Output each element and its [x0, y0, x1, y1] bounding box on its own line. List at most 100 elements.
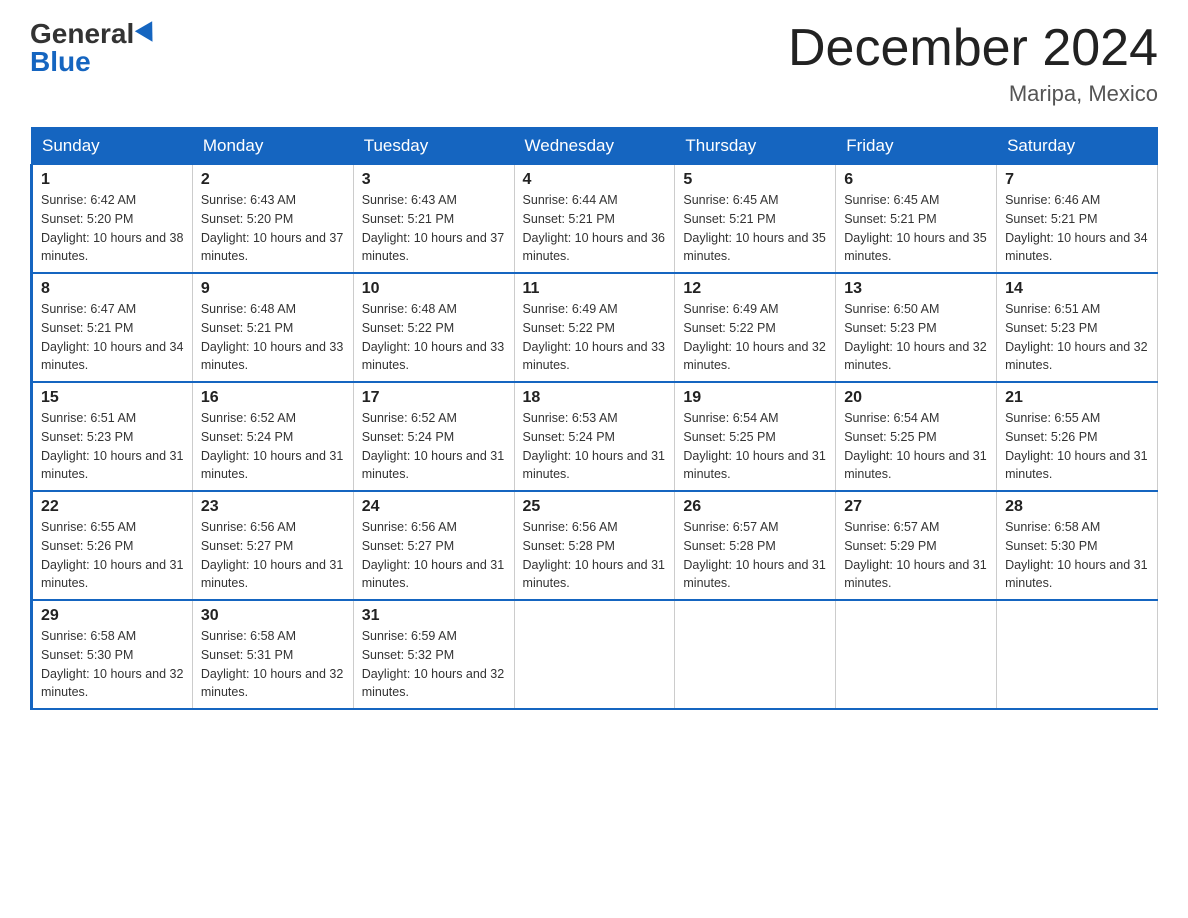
day-number: 26 — [683, 498, 827, 516]
day-cell-18: 18 Sunrise: 6:53 AMSunset: 5:24 PMDaylig… — [514, 382, 675, 491]
day-cell-31: 31 Sunrise: 6:59 AMSunset: 5:32 PMDaylig… — [353, 600, 514, 709]
day-info: Sunrise: 6:49 AMSunset: 5:22 PMDaylight:… — [523, 302, 665, 372]
week-row-3: 15 Sunrise: 6:51 AMSunset: 5:23 PMDaylig… — [32, 382, 1158, 491]
calendar-table: SundayMondayTuesdayWednesdayThursdayFrid… — [30, 127, 1158, 710]
calendar-header: SundayMondayTuesdayWednesdayThursdayFrid… — [32, 128, 1158, 165]
day-number: 10 — [362, 280, 506, 298]
logo-triangle-icon — [135, 21, 161, 47]
day-number: 4 — [523, 171, 667, 189]
day-number: 28 — [1005, 498, 1149, 516]
day-number: 8 — [41, 280, 184, 298]
empty-cell-4-6 — [997, 600, 1158, 709]
empty-cell-4-4 — [675, 600, 836, 709]
day-number: 17 — [362, 389, 506, 407]
day-cell-3: 3 Sunrise: 6:43 AMSunset: 5:21 PMDayligh… — [353, 165, 514, 274]
day-cell-12: 12 Sunrise: 6:49 AMSunset: 5:22 PMDaylig… — [675, 273, 836, 382]
day-cell-23: 23 Sunrise: 6:56 AMSunset: 5:27 PMDaylig… — [192, 491, 353, 600]
day-info: Sunrise: 6:56 AMSunset: 5:27 PMDaylight:… — [362, 520, 504, 590]
day-number: 6 — [844, 171, 988, 189]
day-info: Sunrise: 6:45 AMSunset: 5:21 PMDaylight:… — [683, 193, 825, 263]
header-cell-wednesday: Wednesday — [514, 128, 675, 165]
day-info: Sunrise: 6:44 AMSunset: 5:21 PMDaylight:… — [523, 193, 665, 263]
day-cell-17: 17 Sunrise: 6:52 AMSunset: 5:24 PMDaylig… — [353, 382, 514, 491]
day-number: 20 — [844, 389, 988, 407]
week-row-1: 1 Sunrise: 6:42 AMSunset: 5:20 PMDayligh… — [32, 165, 1158, 274]
day-cell-19: 19 Sunrise: 6:54 AMSunset: 5:25 PMDaylig… — [675, 382, 836, 491]
day-number: 14 — [1005, 280, 1149, 298]
day-number: 2 — [201, 171, 345, 189]
day-cell-21: 21 Sunrise: 6:55 AMSunset: 5:26 PMDaylig… — [997, 382, 1158, 491]
day-number: 16 — [201, 389, 345, 407]
day-info: Sunrise: 6:54 AMSunset: 5:25 PMDaylight:… — [683, 411, 825, 481]
day-number: 27 — [844, 498, 988, 516]
day-info: Sunrise: 6:58 AMSunset: 5:30 PMDaylight:… — [41, 629, 183, 699]
day-cell-6: 6 Sunrise: 6:45 AMSunset: 5:21 PMDayligh… — [836, 165, 997, 274]
day-info: Sunrise: 6:46 AMSunset: 5:21 PMDaylight:… — [1005, 193, 1147, 263]
day-cell-16: 16 Sunrise: 6:52 AMSunset: 5:24 PMDaylig… — [192, 382, 353, 491]
day-info: Sunrise: 6:43 AMSunset: 5:21 PMDaylight:… — [362, 193, 504, 263]
day-info: Sunrise: 6:52 AMSunset: 5:24 PMDaylight:… — [201, 411, 343, 481]
day-number: 5 — [683, 171, 827, 189]
day-info: Sunrise: 6:59 AMSunset: 5:32 PMDaylight:… — [362, 629, 504, 699]
day-info: Sunrise: 6:45 AMSunset: 5:21 PMDaylight:… — [844, 193, 986, 263]
day-number: 21 — [1005, 389, 1149, 407]
day-cell-30: 30 Sunrise: 6:58 AMSunset: 5:31 PMDaylig… — [192, 600, 353, 709]
day-info: Sunrise: 6:48 AMSunset: 5:22 PMDaylight:… — [362, 302, 504, 372]
day-number: 12 — [683, 280, 827, 298]
day-cell-8: 8 Sunrise: 6:47 AMSunset: 5:21 PMDayligh… — [32, 273, 193, 382]
week-row-2: 8 Sunrise: 6:47 AMSunset: 5:21 PMDayligh… — [32, 273, 1158, 382]
day-number: 11 — [523, 280, 667, 298]
day-cell-13: 13 Sunrise: 6:50 AMSunset: 5:23 PMDaylig… — [836, 273, 997, 382]
day-number: 13 — [844, 280, 988, 298]
week-row-5: 29 Sunrise: 6:58 AMSunset: 5:30 PMDaylig… — [32, 600, 1158, 709]
day-info: Sunrise: 6:51 AMSunset: 5:23 PMDaylight:… — [1005, 302, 1147, 372]
header-row: SundayMondayTuesdayWednesdayThursdayFrid… — [32, 128, 1158, 165]
header-cell-sunday: Sunday — [32, 128, 193, 165]
day-info: Sunrise: 6:58 AMSunset: 5:30 PMDaylight:… — [1005, 520, 1147, 590]
week-row-4: 22 Sunrise: 6:55 AMSunset: 5:26 PMDaylig… — [32, 491, 1158, 600]
day-info: Sunrise: 6:47 AMSunset: 5:21 PMDaylight:… — [41, 302, 183, 372]
header-cell-saturday: Saturday — [997, 128, 1158, 165]
day-info: Sunrise: 6:54 AMSunset: 5:25 PMDaylight:… — [844, 411, 986, 481]
day-number: 15 — [41, 389, 184, 407]
page-header: General Blue December 2024 Maripa, Mexic… — [30, 20, 1158, 107]
day-info: Sunrise: 6:50 AMSunset: 5:23 PMDaylight:… — [844, 302, 986, 372]
empty-cell-4-5 — [836, 600, 997, 709]
day-cell-29: 29 Sunrise: 6:58 AMSunset: 5:30 PMDaylig… — [32, 600, 193, 709]
day-number: 31 — [362, 607, 506, 625]
logo: General Blue — [30, 20, 158, 76]
day-info: Sunrise: 6:51 AMSunset: 5:23 PMDaylight:… — [41, 411, 183, 481]
day-number: 18 — [523, 389, 667, 407]
day-cell-14: 14 Sunrise: 6:51 AMSunset: 5:23 PMDaylig… — [997, 273, 1158, 382]
day-info: Sunrise: 6:52 AMSunset: 5:24 PMDaylight:… — [362, 411, 504, 481]
day-cell-11: 11 Sunrise: 6:49 AMSunset: 5:22 PMDaylig… — [514, 273, 675, 382]
day-info: Sunrise: 6:48 AMSunset: 5:21 PMDaylight:… — [201, 302, 343, 372]
day-number: 29 — [41, 607, 184, 625]
day-cell-15: 15 Sunrise: 6:51 AMSunset: 5:23 PMDaylig… — [32, 382, 193, 491]
day-number: 7 — [1005, 171, 1149, 189]
month-title: December 2024 — [788, 20, 1158, 77]
day-info: Sunrise: 6:57 AMSunset: 5:28 PMDaylight:… — [683, 520, 825, 590]
header-cell-friday: Friday — [836, 128, 997, 165]
day-cell-2: 2 Sunrise: 6:43 AMSunset: 5:20 PMDayligh… — [192, 165, 353, 274]
day-number: 9 — [201, 280, 345, 298]
day-number: 3 — [362, 171, 506, 189]
day-number: 1 — [41, 171, 184, 189]
day-info: Sunrise: 6:43 AMSunset: 5:20 PMDaylight:… — [201, 193, 343, 263]
day-info: Sunrise: 6:57 AMSunset: 5:29 PMDaylight:… — [844, 520, 986, 590]
header-cell-thursday: Thursday — [675, 128, 836, 165]
day-number: 23 — [201, 498, 345, 516]
header-cell-tuesday: Tuesday — [353, 128, 514, 165]
day-number: 25 — [523, 498, 667, 516]
day-info: Sunrise: 6:55 AMSunset: 5:26 PMDaylight:… — [41, 520, 183, 590]
day-cell-7: 7 Sunrise: 6:46 AMSunset: 5:21 PMDayligh… — [997, 165, 1158, 274]
day-cell-24: 24 Sunrise: 6:56 AMSunset: 5:27 PMDaylig… — [353, 491, 514, 600]
header-cell-monday: Monday — [192, 128, 353, 165]
day-cell-22: 22 Sunrise: 6:55 AMSunset: 5:26 PMDaylig… — [32, 491, 193, 600]
logo-blue: Blue — [30, 48, 91, 76]
day-cell-4: 4 Sunrise: 6:44 AMSunset: 5:21 PMDayligh… — [514, 165, 675, 274]
day-cell-1: 1 Sunrise: 6:42 AMSunset: 5:20 PMDayligh… — [32, 165, 193, 274]
day-cell-25: 25 Sunrise: 6:56 AMSunset: 5:28 PMDaylig… — [514, 491, 675, 600]
day-cell-28: 28 Sunrise: 6:58 AMSunset: 5:30 PMDaylig… — [997, 491, 1158, 600]
location-subtitle: Maripa, Mexico — [788, 81, 1158, 107]
